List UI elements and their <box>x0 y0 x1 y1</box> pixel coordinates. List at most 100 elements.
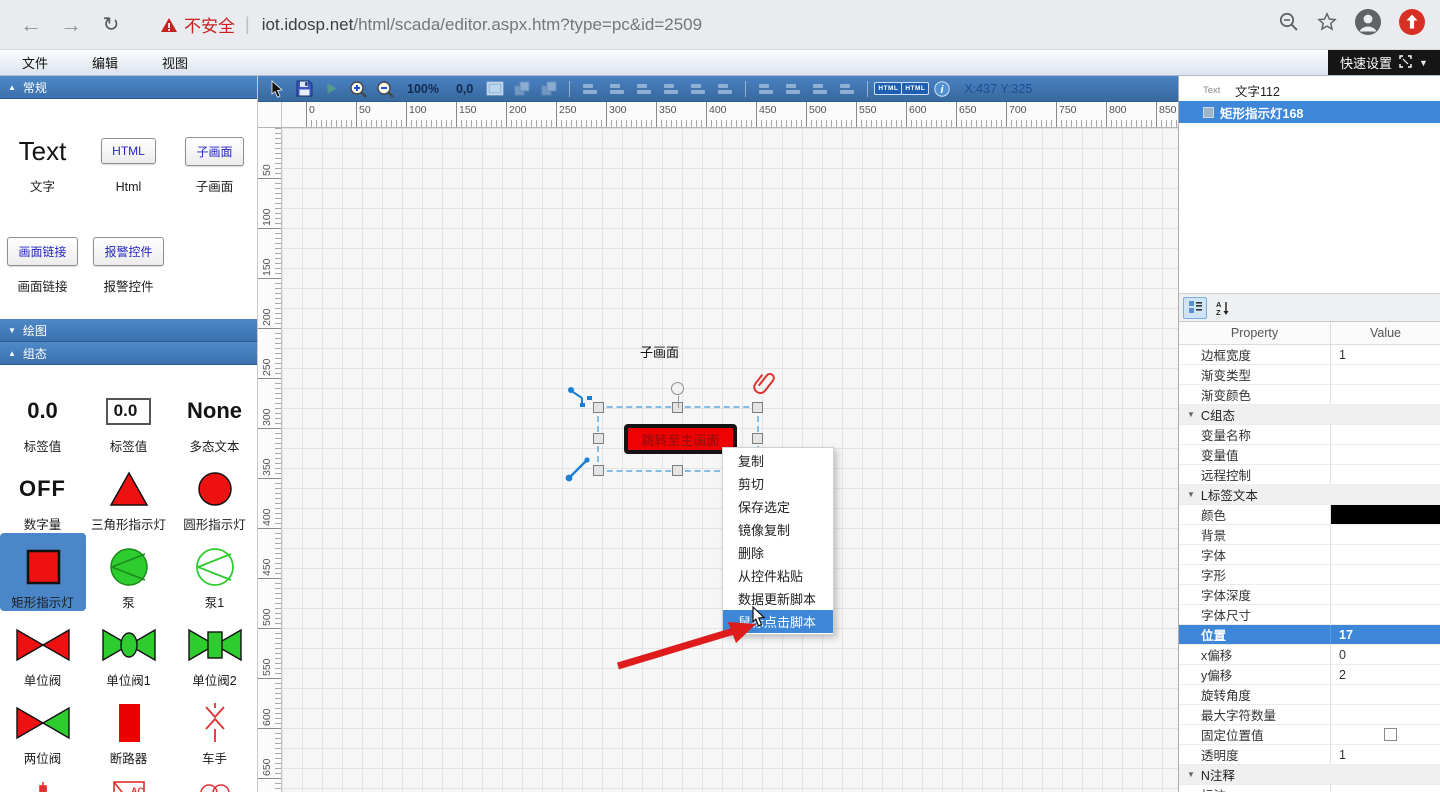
property-row-背景[interactable]: 背景 <box>1179 525 1440 545</box>
context-menu-item-4[interactable]: 镜像复制 <box>723 518 833 541</box>
palette-item-文字[interactable]: Text文字 <box>0 117 86 195</box>
property-row-字形[interactable]: 字形 <box>1179 565 1440 585</box>
property-value[interactable] <box>1331 425 1440 444</box>
property-value[interactable] <box>1331 725 1440 744</box>
palette-item-两位阀[interactable]: 两位阀 <box>0 689 86 767</box>
property-value[interactable] <box>1331 705 1440 724</box>
palette-item-PT[interactable]: PT <box>172 767 258 792</box>
section-header-常规[interactable]: ▲常规 <box>0 76 257 99</box>
reload-icon[interactable]: ↻ <box>94 8 128 42</box>
palette-item-泵[interactable]: 泵 <box>86 533 172 611</box>
property-row-边框宽度[interactable]: 边框宽度1 <box>1179 345 1440 365</box>
property-value[interactable]: 2 <box>1331 665 1440 684</box>
palette-item-报警控件[interactable]: 报警控件报警控件 <box>86 217 172 295</box>
pointer-tool[interactable] <box>266 79 288 99</box>
html-export-button[interactable]: HTML <box>877 79 899 99</box>
property-row-y偏移[interactable]: y偏移2 <box>1179 665 1440 685</box>
zoom-in-button[interactable] <box>347 79 369 99</box>
resize-handle-nw[interactable] <box>593 402 604 413</box>
property-value[interactable] <box>1331 605 1440 624</box>
save-button[interactable] <box>293 79 315 99</box>
palette-item-单位阀2[interactable]: 单位阀2 <box>172 611 258 689</box>
rotation-handle[interactable] <box>671 382 684 395</box>
html-view-button[interactable]: HTML <box>904 79 926 99</box>
page-zoom-icon[interactable] <box>1278 11 1300 38</box>
zoom-level[interactable]: 100% <box>401 82 445 96</box>
context-menu-item-3[interactable]: 保存选定 <box>723 495 833 518</box>
zoom-out-button[interactable] <box>374 79 396 99</box>
connector-handle-top[interactable] <box>567 386 593 413</box>
property-value[interactable] <box>1331 545 1440 564</box>
property-value[interactable] <box>1331 565 1440 584</box>
back-icon[interactable]: ← <box>14 8 48 42</box>
menu-item-2[interactable]: 编辑 <box>70 50 140 75</box>
property-row-最大字符数量[interactable]: 最大字符数量 <box>1179 705 1440 725</box>
connector-handle-bottom[interactable] <box>565 454 593 487</box>
context-menu-item-2[interactable]: 剪切 <box>723 472 833 495</box>
property-row-颜色[interactable]: 颜色 <box>1179 505 1440 525</box>
property-row-固定位置值[interactable]: 固定位置值 <box>1179 725 1440 745</box>
property-value[interactable] <box>1331 685 1440 704</box>
palette-item-标签值[interactable]: 0.0标签值 <box>0 377 86 455</box>
property-value[interactable]: 1 <box>1331 745 1440 764</box>
section-header-绘图[interactable]: ▼绘图 <box>0 319 257 342</box>
resize-handle-s[interactable] <box>672 465 683 476</box>
property-row-旋转角度[interactable]: 旋转角度 <box>1179 685 1440 705</box>
resize-handle-w[interactable] <box>593 433 604 444</box>
property-value[interactable]: 0 <box>1331 645 1440 664</box>
palette-item-三角形指示灯[interactable]: 三角形指示灯 <box>86 455 172 533</box>
property-value[interactable] <box>1331 585 1440 604</box>
palette-item-单位阀1[interactable]: 单位阀1 <box>86 611 172 689</box>
palette-item-数字量[interactable]: OFF数字量 <box>0 455 86 533</box>
property-row-位置[interactable]: 位置17 <box>1179 625 1440 645</box>
context-menu-item-8[interactable]: 鼠标点击脚本 <box>723 610 833 633</box>
origin-coords[interactable]: 0,0 <box>450 82 479 96</box>
context-menu-item-6[interactable]: 从控件粘贴 <box>723 564 833 587</box>
info-button[interactable]: i <box>931 79 953 99</box>
update-badge-icon[interactable] <box>1398 8 1426 41</box>
property-row-字体[interactable]: 字体 <box>1179 545 1440 565</box>
palette-item-多态文本[interactable]: None多态文本 <box>172 377 258 455</box>
palette-item-Html[interactable]: HTMLHtml <box>86 117 172 195</box>
forward-icon[interactable]: → <box>54 8 88 42</box>
property-value[interactable] <box>1331 785 1440 792</box>
property-value[interactable]: 17 <box>1331 625 1440 644</box>
menu-item-3[interactable]: 视图 <box>140 50 210 75</box>
object-list-item[interactable]: 矩形指示灯168 <box>1179 101 1440 123</box>
resize-handle-sw[interactable] <box>593 465 604 476</box>
palette-item-矩形指示灯[interactable]: 矩形指示灯 <box>0 533 86 611</box>
palette-item-逆变器[interactable]: ACDC逆变器 <box>86 767 172 792</box>
design-canvas[interactable]: 子画面 <box>282 128 1178 792</box>
property-row-字体尺寸[interactable]: 字体尺寸 <box>1179 605 1440 625</box>
property-row-变量名称[interactable]: 变量名称 <box>1179 425 1440 445</box>
palette-item-画面链接[interactable]: 画面链接画面链接 <box>0 217 86 295</box>
property-row-标注[interactable]: 标注 <box>1179 785 1440 792</box>
property-row-变量值[interactable]: 变量值 <box>1179 445 1440 465</box>
quick-settings-button[interactable]: 快速设置 ▼ <box>1328 50 1440 75</box>
resize-handle-e[interactable] <box>752 433 763 444</box>
bookmark-star-icon[interactable] <box>1316 11 1338 38</box>
object-list-item[interactable]: Text文字112 <box>1179 79 1440 101</box>
palette-item-车手[interactable]: 车手 <box>172 689 258 767</box>
property-row-字体深度[interactable]: 字体深度 <box>1179 585 1440 605</box>
palette-item-子画面[interactable]: 子画面子画面 <box>172 117 258 195</box>
palette-item-圆形指示灯[interactable]: 圆形指示灯 <box>172 455 258 533</box>
address-bar[interactable]: 不安全 | iot.idosp.net/html/scada/editor.as… <box>160 12 1266 37</box>
categorized-view-button[interactable] <box>1183 297 1207 319</box>
menu-item-1[interactable]: 文件 <box>0 50 70 75</box>
property-value[interactable] <box>1331 525 1440 544</box>
property-value[interactable] <box>1331 505 1440 524</box>
palette-item-断路器[interactable]: 断路器 <box>86 689 172 767</box>
property-value[interactable] <box>1331 465 1440 484</box>
screen-button[interactable] <box>484 79 506 99</box>
property-row-渐变颜色[interactable]: 渐变颜色 <box>1179 385 1440 405</box>
property-value[interactable] <box>1331 385 1440 404</box>
section-header-组态[interactable]: ▲组态 <box>0 342 257 365</box>
palette-item-标签值[interactable]: 0.0标签值 <box>86 377 172 455</box>
checkbox[interactable] <box>1384 728 1397 741</box>
context-menu-item-1[interactable]: 复制 <box>723 449 833 472</box>
property-value[interactable]: 1 <box>1331 345 1440 364</box>
property-row-渐变类型[interactable]: 渐变类型 <box>1179 365 1440 385</box>
resize-handle-ne[interactable] <box>752 402 763 413</box>
palette-item-泵1[interactable]: 泵1 <box>172 533 258 611</box>
